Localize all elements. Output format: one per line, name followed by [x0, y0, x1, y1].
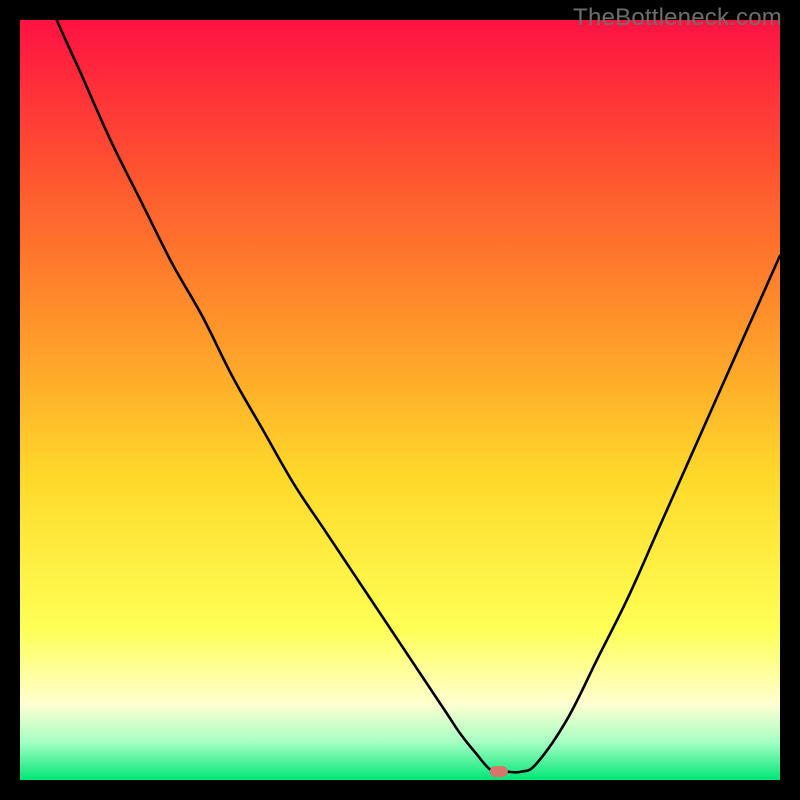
- optimal-point-marker: [490, 766, 508, 777]
- bottleneck-chart: [20, 20, 780, 780]
- watermark-label: TheBottleneck.com: [573, 4, 782, 32]
- gradient-background: [20, 20, 780, 780]
- chart-frame: TheBottleneck.com: [0, 0, 800, 800]
